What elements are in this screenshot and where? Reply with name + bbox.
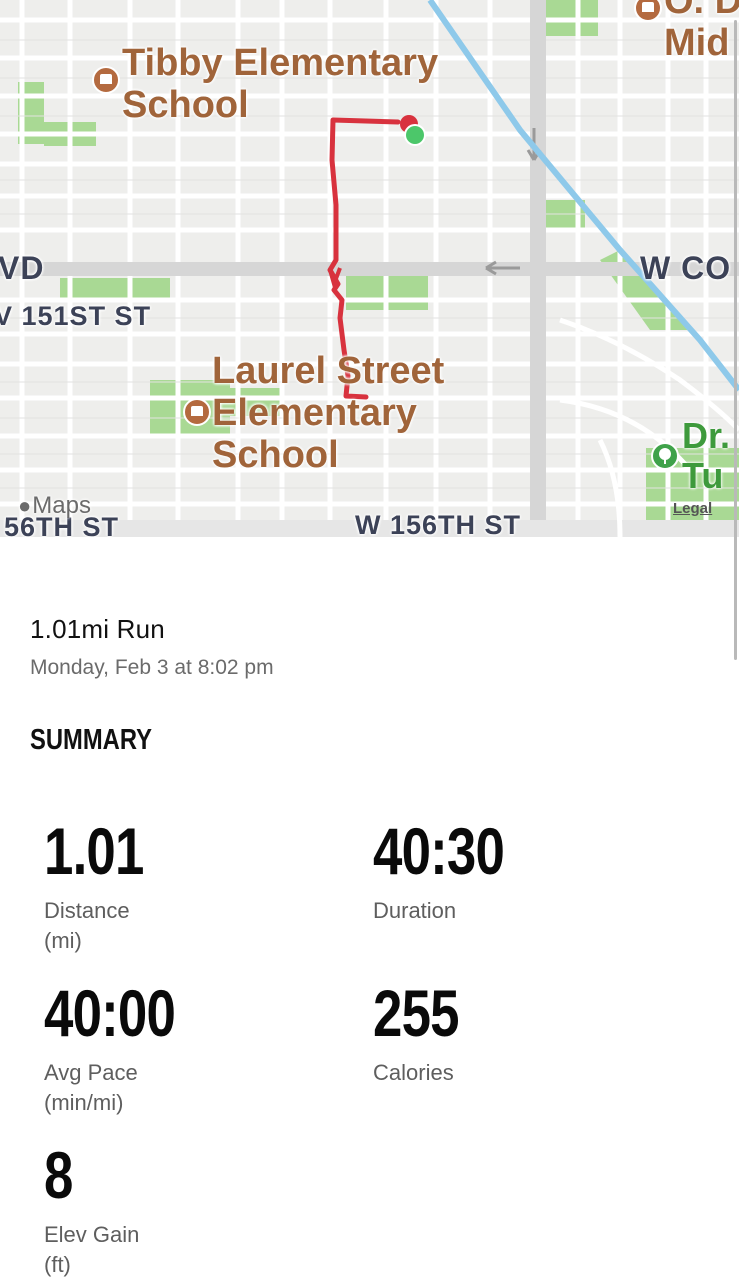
stat-label: Distance [44,898,130,923]
stat-unit: (ft) [44,1252,71,1277]
od-school-label[interactable]: O. D Mid [664,0,739,64]
stat-elev-gain: 8 Elev Gain (ft) [44,1142,139,1280]
stat-value: 255 [373,976,460,1050]
street-label-151st: V 151ST ST [0,301,152,331]
route-map[interactable]: Tibby Elementary School Laurel Street El… [0,0,739,537]
stat-label: Elev Gain [44,1222,140,1247]
tibby-school-label[interactable]: Tibby Elementary School [122,42,438,126]
summary-heading: SUMMARY [30,724,152,756]
school-icon [92,66,120,94]
workout-date: Monday, Feb 3 at 8:02 pm [30,656,274,679]
street-label-w-co: W CO [640,250,732,286]
street-label-vd: VD [0,250,45,286]
dr-park-label[interactable]: Dr. Tu [682,416,730,496]
scroll-indicator[interactable] [734,20,737,660]
workout-title: 1.01mi Run [30,614,165,644]
stat-value: 40:00 [44,976,176,1050]
stat-label: Avg Pace [44,1060,138,1085]
stat-label: Calories [373,1060,454,1085]
apple-maps-logo: ●Maps [18,492,91,519]
stat-value: 8 [44,1138,73,1212]
stat-duration: 40:30 Duration [373,818,537,926]
route-start-marker [404,124,426,146]
apple-logo-icon: ● [18,493,32,518]
school-icon [183,398,211,426]
stat-unit: (min/mi) [44,1090,124,1115]
stat-value: 1.01 [44,814,144,888]
stat-label: Duration [373,898,457,923]
street-label-w-156th: W 156TH ST [355,510,522,537]
stat-distance: 1.01 Distance (mi) [44,818,168,956]
stat-calories: 255 Calories [373,980,480,1088]
stat-value: 40:30 [373,814,505,888]
stat-unit: (mi) [44,928,82,953]
laurel-school-label[interactable]: Laurel Street Elementary School [212,350,444,476]
stat-avg-pace: 40:00 Avg Pace (min/mi) [44,980,208,1118]
legal-link[interactable]: Legal [673,500,712,517]
park-icon [651,442,679,470]
